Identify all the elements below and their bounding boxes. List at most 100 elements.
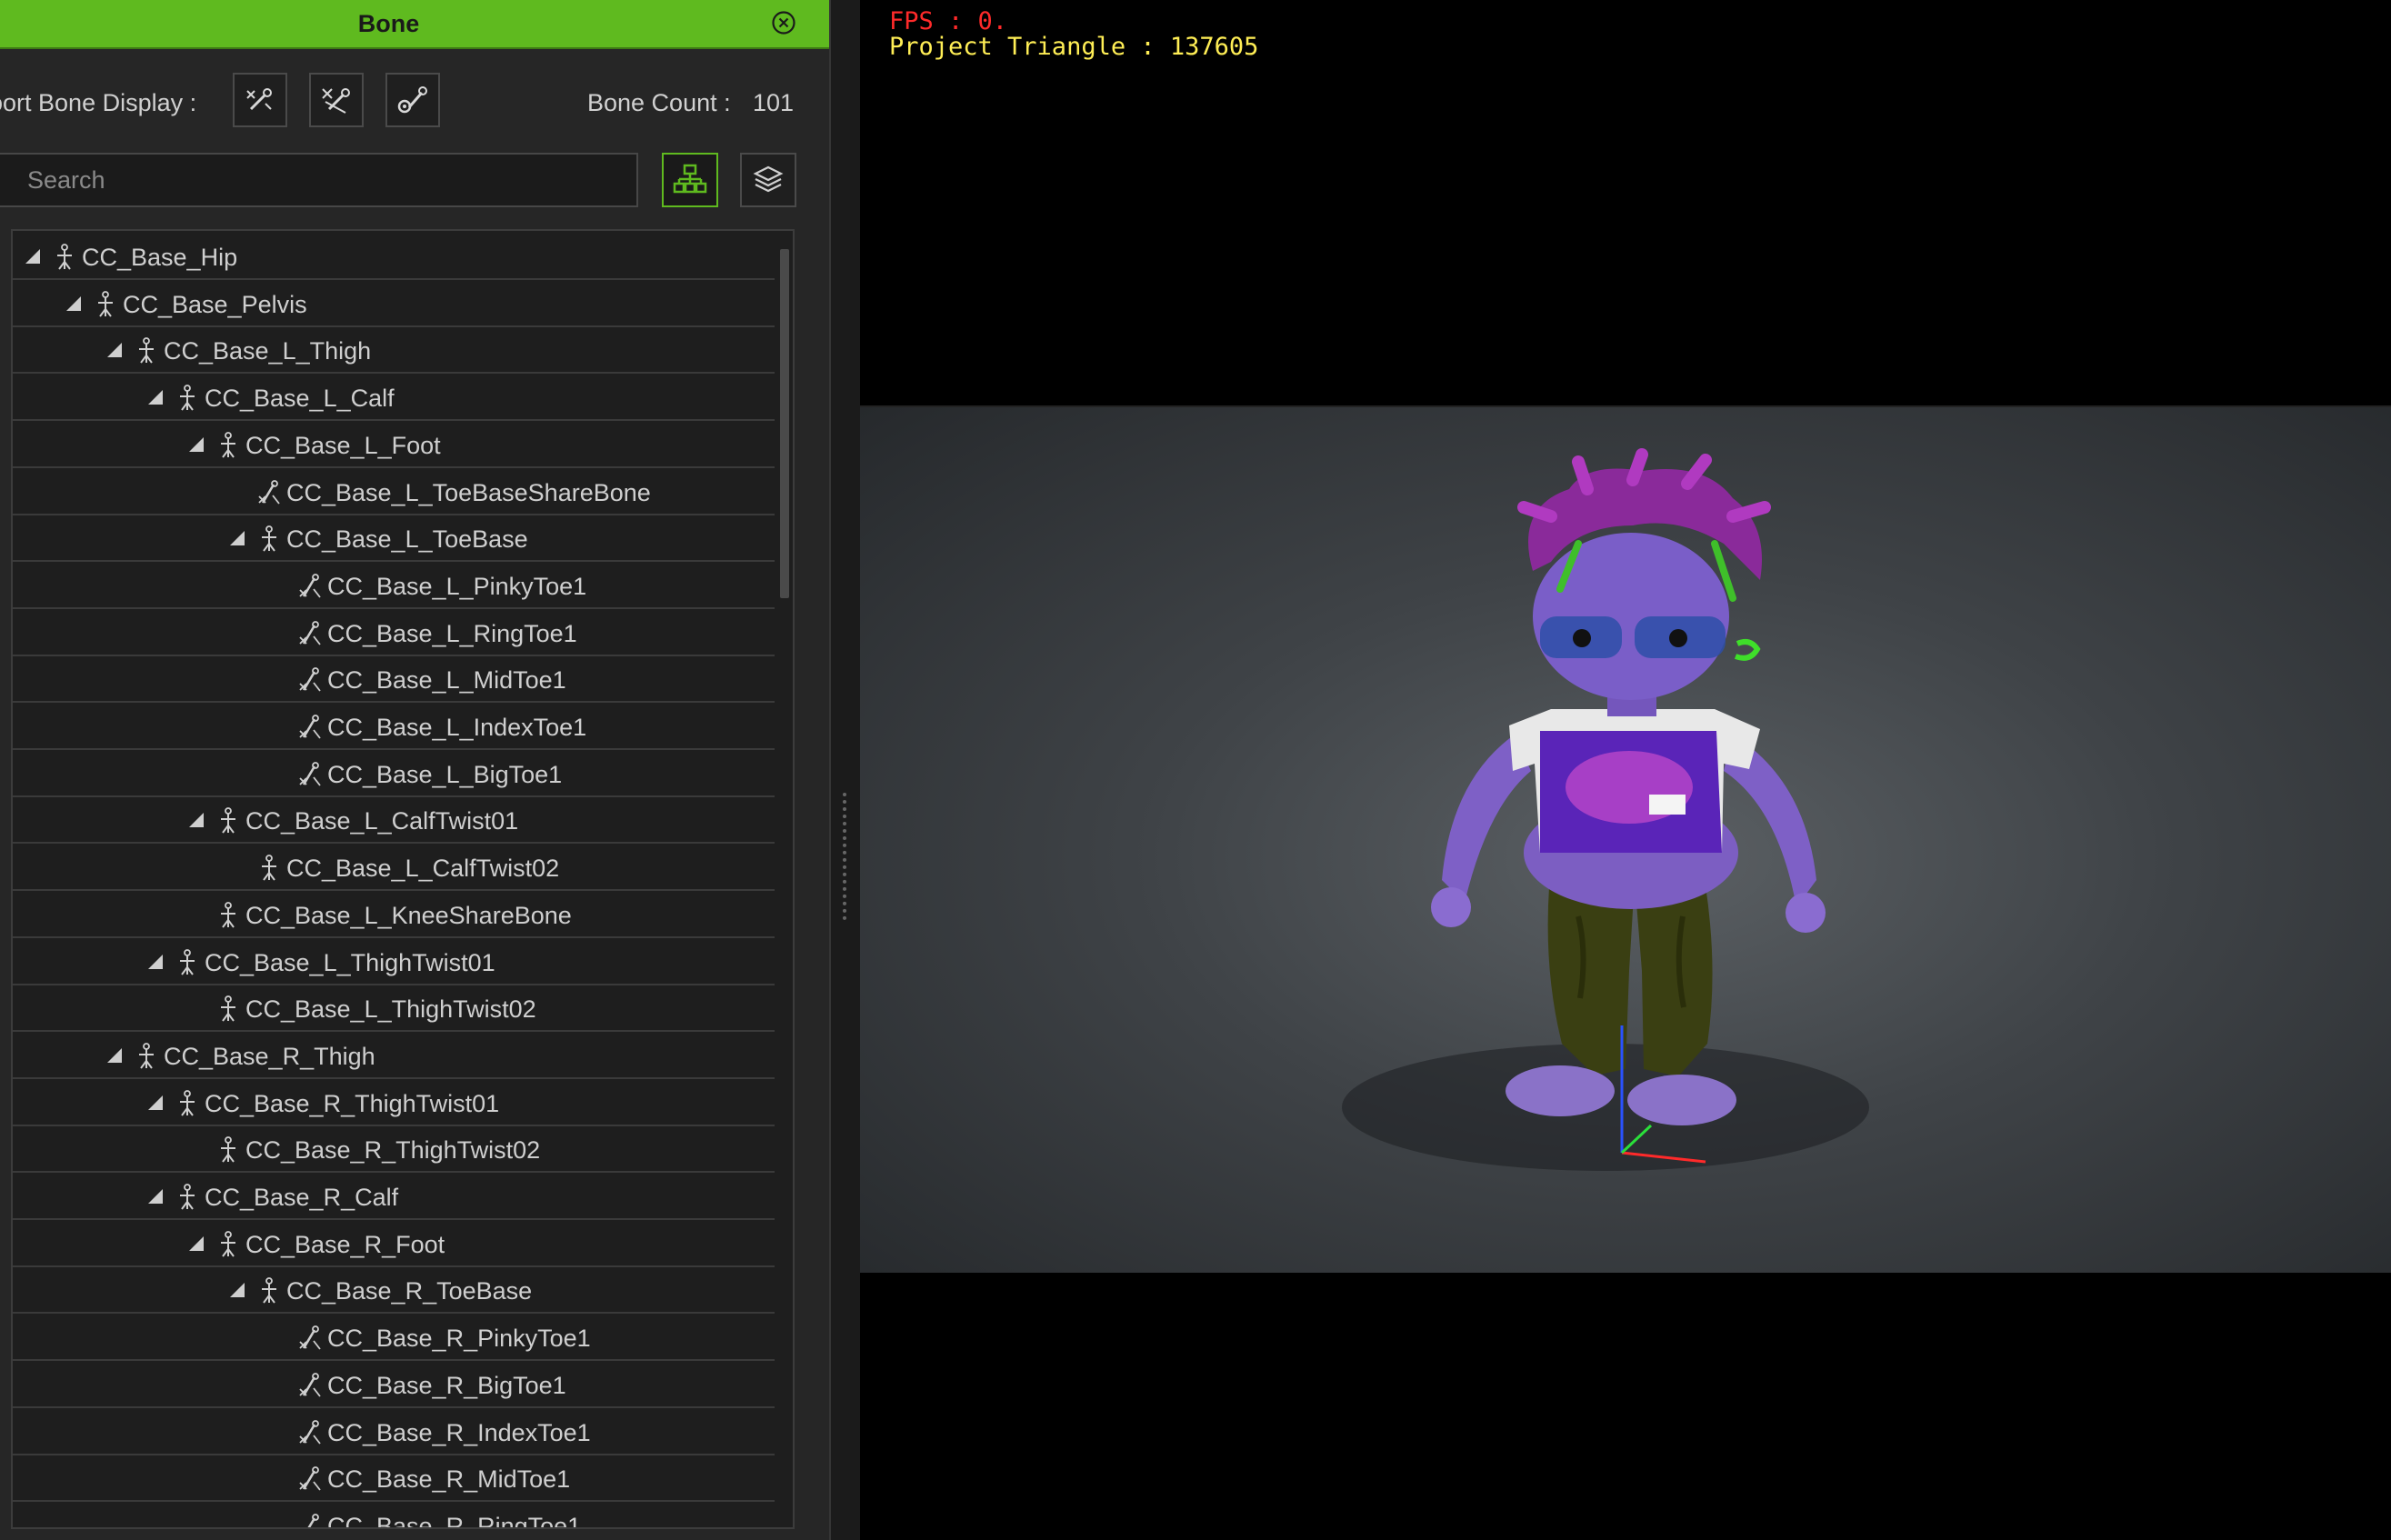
bone-panel: Bone oort Bone Display : Bone Count: 10… xyxy=(0,0,829,1540)
splitter-grip[interactable] xyxy=(829,793,860,920)
bone-label: CC_Base_R_ThighTwist02 xyxy=(245,1136,541,1165)
expand-toggle-icon[interactable] xyxy=(25,249,40,264)
panel-splitter[interactable] xyxy=(829,0,860,1540)
hierarchy-view-button[interactable] xyxy=(662,153,718,207)
expand-toggle-icon[interactable] xyxy=(107,343,122,358)
bone-icon xyxy=(139,1042,154,1069)
expand-toggle-icon[interactable] xyxy=(148,1189,163,1204)
expand-toggle-icon[interactable] xyxy=(189,813,204,828)
bone-icon xyxy=(221,807,235,834)
expand-toggle-icon[interactable] xyxy=(189,1235,204,1251)
expand-toggle-icon[interactable] xyxy=(66,295,81,311)
bone-label: CC_Base_L_Calf xyxy=(205,385,395,413)
tree-row[interactable]: CC_Base_L_CalfTwist02 xyxy=(13,845,775,892)
bone-label: CC_Base_R_MidToe1 xyxy=(327,1465,571,1494)
tree-row[interactable]: CC_Base_L_ToeBaseShareBone xyxy=(13,470,775,515)
tree-row[interactable]: CC_Base_Pelvis xyxy=(13,282,775,327)
bone-icon xyxy=(221,1136,235,1163)
tree-row[interactable]: CC_Base_L_ToeBase xyxy=(13,516,775,563)
tree-row[interactable]: CC_Base_L_CalfTwist01 xyxy=(13,798,775,845)
fps-readout: FPS : 0. xyxy=(889,7,1008,35)
tree-row[interactable]: CC_Base_R_ThighTwist02 xyxy=(13,1127,775,1174)
tree-row[interactable]: CC_Base_L_IndexToe1 xyxy=(13,705,775,750)
tree-scrollbar-thumb[interactable] xyxy=(780,249,789,598)
tree-row[interactable]: CC_Base_R_IndexToe1 xyxy=(13,1410,775,1455)
tree-row[interactable]: CC_Base_R_PinkyToe1 xyxy=(13,1315,775,1362)
expand-toggle-icon[interactable] xyxy=(230,1283,245,1298)
close-icon[interactable] xyxy=(771,10,796,35)
bone-icon xyxy=(180,385,195,411)
tree-row[interactable]: CC_Base_R_ThighTwist01 xyxy=(13,1081,775,1126)
tree-row[interactable]: CC_Base_R_RingToe1 xyxy=(13,1504,775,1527)
bone-count-value: 101 xyxy=(753,89,795,116)
bone-label: CC_Base_L_IndexToe1 xyxy=(327,714,587,741)
share-bone-icon xyxy=(307,1513,319,1527)
tree-row[interactable]: CC_Base_L_PinkyToe1 xyxy=(13,564,775,609)
tree-row[interactable]: CC_Base_L_ThighTwist02 xyxy=(13,986,775,1033)
bone-icon xyxy=(221,1230,235,1257)
bone-display-label: oort Bone Display : xyxy=(0,89,197,116)
bone-tree[interactable]: CC_Base_Hip CC_Base_Pelvis CC_Base_L_Thigh… xyxy=(11,229,795,1529)
search-box[interactable] xyxy=(0,153,638,207)
bone-icon xyxy=(221,431,235,458)
expand-toggle-icon[interactable] xyxy=(148,954,163,969)
tree-row[interactable]: CC_Base_L_Thigh xyxy=(13,328,775,375)
viewport-stage[interactable] xyxy=(860,405,2391,1273)
tree-row[interactable]: CC_Base_R_Calf xyxy=(13,1175,775,1220)
hide-bones-button[interactable] xyxy=(309,73,364,127)
tree-row[interactable]: CC_Base_L_BigToe1 xyxy=(13,752,775,797)
bone-label: CC_Base_L_ThighTwist02 xyxy=(245,995,536,1024)
tree-row[interactable]: CC_Base_L_MidToe1 xyxy=(13,657,775,704)
bone-label: CC_Base_R_BigToe1 xyxy=(327,1371,566,1399)
bone-label: CC_Base_R_Foot xyxy=(245,1230,445,1258)
tree-row[interactable]: CC_Base_R_BigToe1 xyxy=(13,1363,775,1408)
share-bone-icon xyxy=(299,573,321,598)
bone-icon xyxy=(98,290,113,317)
bone-icon xyxy=(57,244,72,270)
bone-label: CC_Base_L_Foot xyxy=(245,431,441,459)
expand-toggle-icon[interactable] xyxy=(148,1095,163,1110)
expand-toggle-icon[interactable] xyxy=(148,390,163,405)
bone-label: CC_Base_L_KneeShareBone xyxy=(245,901,572,929)
bone-label: CC_Base_L_PinkyToe1 xyxy=(327,572,587,600)
bone-label: CC_Base_L_RingToe1 xyxy=(327,619,577,647)
layer-view-button[interactable] xyxy=(740,153,796,207)
share-bone-icon xyxy=(299,620,321,645)
bone-display-toolbar: oort Bone Display : Bone Count: 101 xyxy=(0,55,829,155)
expand-toggle-icon[interactable] xyxy=(107,1047,122,1063)
tree-row[interactable]: CC_Base_R_MidToe1 xyxy=(13,1456,775,1503)
hide-bones-icon xyxy=(322,88,350,114)
tree-row[interactable]: CC_Base_L_Foot xyxy=(13,423,775,468)
panel-title: Bone xyxy=(357,10,420,37)
tree-row[interactable]: CC_Base_R_ToeBase xyxy=(13,1268,775,1315)
expand-toggle-icon[interactable] xyxy=(189,436,204,452)
bone-icon xyxy=(139,337,154,364)
character-model[interactable] xyxy=(860,407,2391,1273)
tree-row[interactable]: CC_Base_L_Calf xyxy=(13,375,775,422)
tree-row[interactable]: CC_Base_R_Foot xyxy=(13,1222,775,1267)
share-bone-icon xyxy=(299,761,321,786)
search-input[interactable] xyxy=(0,155,627,205)
bone-label: CC_Base_L_CalfTwist01 xyxy=(245,807,519,835)
tree-row[interactable]: CC_Base_Hip xyxy=(13,235,775,280)
show-bones-button[interactable] xyxy=(233,73,287,127)
bone-count-label: Bone Count : xyxy=(587,89,731,116)
panel-title-bar[interactable]: Bone xyxy=(0,0,829,49)
show-bones-icon xyxy=(246,88,272,111)
tree-row[interactable]: CC_Base_L_KneeShareBone xyxy=(13,893,775,938)
bone-label: CC_Base_L_Thigh xyxy=(164,337,372,365)
bone-label: CC_Base_L_ThighTwist01 xyxy=(205,948,495,976)
bone-label: CC_Base_L_BigToe1 xyxy=(327,760,563,788)
bone-icon xyxy=(221,995,235,1022)
bone-icon xyxy=(262,525,276,552)
tree-row[interactable]: CC_Base_R_Thigh xyxy=(13,1034,775,1079)
bone-settings-button[interactable] xyxy=(385,73,440,127)
expand-toggle-icon[interactable] xyxy=(230,531,245,546)
3d-viewport[interactable]: FPS : 0. Project Triangle : 137605 xyxy=(860,0,2391,1540)
tree-row[interactable]: CC_Base_L_ThighTwist01 xyxy=(13,940,775,985)
triangle-count-readout: Project Triangle : 137605 xyxy=(889,33,1259,61)
tree-row[interactable]: CC_Base_L_RingToe1 xyxy=(13,611,775,656)
hierarchy-icon xyxy=(673,164,707,194)
share-bone-icon xyxy=(299,667,321,692)
bone-label: CC_Base_R_Calf xyxy=(205,1184,399,1211)
